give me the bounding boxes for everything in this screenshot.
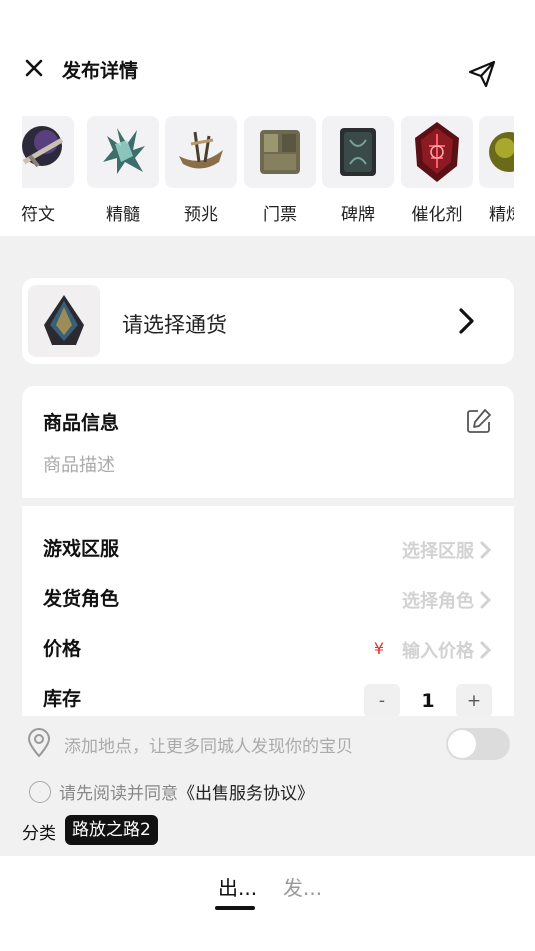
category-item-omen[interactable]: 预兆 (165, 116, 237, 225)
category-row: 符文 精髓 预兆 门票 碑牌 催化剂 精 (0, 110, 535, 236)
tab-sell[interactable]: 出... (218, 872, 257, 901)
category-label: 精炼 (489, 205, 514, 225)
toggle-knob (448, 730, 476, 758)
role-value: 选择角色 (402, 591, 474, 612)
category-tag-label: 分类 (22, 824, 56, 844)
agreement-link[interactable]: 《出售服务协议》 (178, 784, 314, 804)
price-label: 价格 (43, 638, 82, 660)
server-value: 选择区服 (402, 541, 474, 562)
location-toggle[interactable] (446, 728, 510, 760)
category-item-ticket[interactable]: 门票 (244, 116, 316, 225)
currency-symbol: ¥ (373, 639, 384, 658)
server-label: 游戏区服 (43, 538, 120, 560)
trade-form-card: 游戏区服 选择区服 发货角色 选择角色 价格 ¥ 输入价格 库存 - 1 + (22, 506, 514, 716)
edit-icon[interactable] (466, 408, 492, 434)
tablet-icon (322, 116, 394, 188)
chevron-right-icon (480, 591, 492, 609)
chevron-right-icon (459, 308, 474, 334)
price-row[interactable]: 价格 ¥ 输入价格 (22, 634, 514, 674)
decrement-button[interactable]: - (364, 684, 400, 716)
agreement-prefix: 请先阅读并同意 (59, 784, 178, 804)
role-row[interactable]: 发货角色 选择角色 (22, 584, 514, 624)
tab-publish[interactable]: 发... (283, 872, 322, 901)
category-item-rune[interactable]: 符文 (22, 116, 74, 225)
category-label: 门票 (263, 205, 297, 225)
send-icon[interactable] (466, 58, 498, 90)
product-description-field[interactable]: 商品描述 (43, 451, 115, 477)
bottom-tab-bar: 出... 发... (0, 856, 535, 951)
location-row: 添加地点，让更多同城人发现你的宝贝 (0, 722, 535, 766)
product-info-card: 商品信息 商品描述 (22, 386, 514, 498)
category-item-tablet[interactable]: 碑牌 (322, 116, 394, 225)
currency-icon (28, 285, 100, 357)
chevron-right-icon (480, 641, 492, 659)
agreement-row: 请先阅读并同意《出售服务协议》 (0, 774, 535, 806)
essence-icon (87, 116, 159, 188)
quantity-value[interactable]: 1 (410, 684, 446, 716)
currency-selector[interactable]: 请选择通货 (22, 278, 514, 364)
category-label: 精髓 (106, 205, 140, 225)
currency-label: 请选择通货 (122, 313, 227, 337)
catalyst-icon (401, 116, 473, 188)
rune-icon (22, 116, 74, 188)
header: 发布详情 (0, 0, 535, 110)
chevron-right-icon (480, 541, 492, 559)
category-label: 催化剂 (411, 205, 463, 225)
quantity-stepper: - 1 + (364, 684, 492, 716)
location-pin-icon (27, 728, 51, 758)
category-item-refine[interactable]: 精炼 (479, 116, 514, 225)
agreement-checkbox[interactable] (29, 781, 51, 803)
product-info-title: 商品信息 (43, 412, 120, 434)
stock-row: 库存 - 1 + (22, 684, 514, 716)
increment-button[interactable]: + (456, 684, 492, 716)
category-scroll[interactable]: 符文 精髓 预兆 门票 碑牌 催化剂 精 (22, 110, 514, 236)
ticket-icon (244, 116, 316, 188)
location-text[interactable]: 添加地点，让更多同城人发现你的宝贝 (64, 732, 353, 757)
refine-icon (479, 116, 514, 188)
form-area: 请选择通货 商品信息 商品描述 游戏区服 选择区服 发货角色 选择角色 价格 ¥… (0, 236, 535, 856)
omen-icon (165, 116, 237, 188)
close-icon[interactable] (22, 56, 46, 80)
agreement-text: 请先阅读并同意《出售服务协议》 (59, 779, 314, 804)
price-input[interactable]: 输入价格 (402, 637, 474, 663)
category-label: 符文 (22, 205, 55, 225)
category-tag[interactable]: 路放之路2 (65, 815, 158, 845)
category-tag-row: 分类 路放之路2 (0, 812, 535, 848)
page-title: 发布详情 (62, 60, 139, 82)
category-item-essence[interactable]: 精髓 (87, 116, 159, 225)
category-label: 碑牌 (341, 205, 375, 225)
category-label: 预兆 (184, 205, 218, 225)
server-row[interactable]: 游戏区服 选择区服 (22, 534, 514, 574)
category-item-catalyst[interactable]: 催化剂 (401, 116, 473, 225)
active-tab-indicator (215, 906, 255, 910)
role-label: 发货角色 (43, 588, 120, 610)
stock-label: 库存 (43, 688, 82, 710)
